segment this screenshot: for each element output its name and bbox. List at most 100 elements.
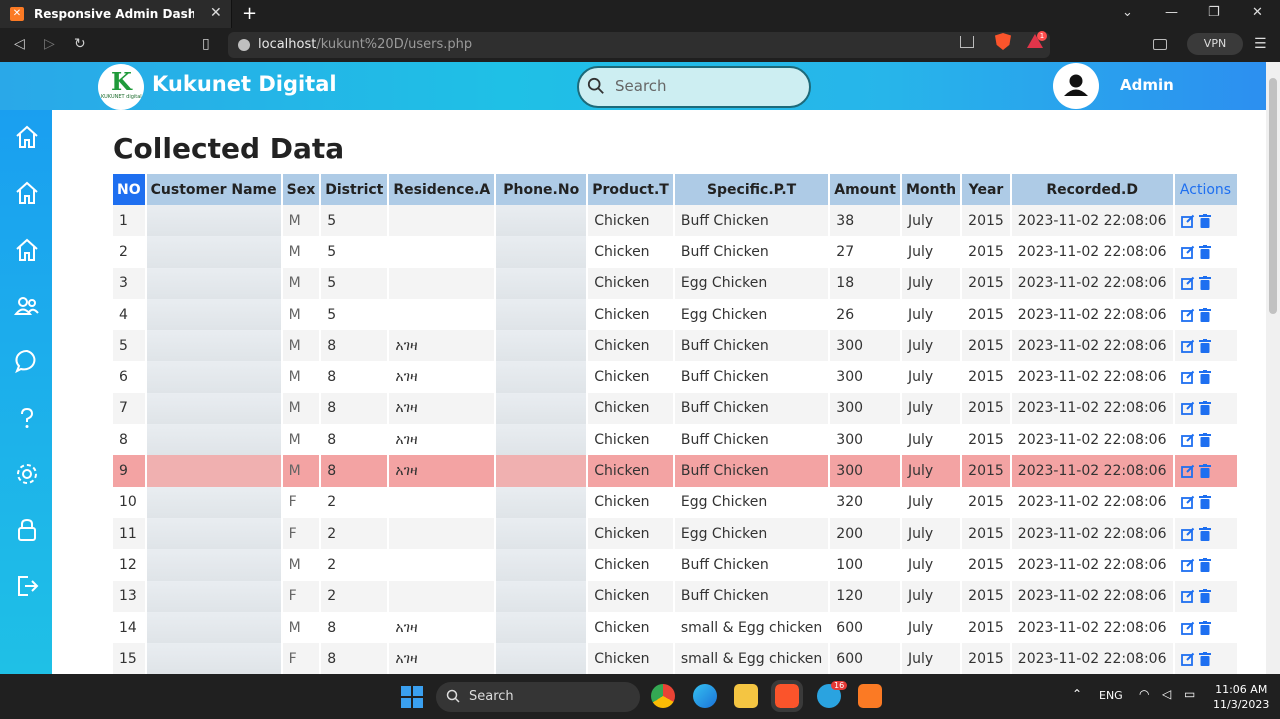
table-row[interactable]: 5 M 8 አገዛ Chicken Buff Chicken 300 July 2015 2023… [113,330,1239,362]
taskbar-clock[interactable]: 11:06 AM 11/3/2023 [1213,682,1269,712]
page-scrollbar[interactable] [1266,62,1280,674]
edit-icon[interactable] [1180,495,1195,510]
new-tab-button[interactable]: + [242,3,257,24]
table-row[interactable]: 10 F 2 Chicken Egg Chicken 320 July 2015 2023-11… [113,486,1239,518]
edit-icon[interactable] [1180,276,1195,291]
sidebar-item-settings[interactable] [14,461,40,487]
brand-logo[interactable]: K KUKUNET digital [98,64,144,110]
taskbar-search[interactable]: Search [436,682,640,712]
edge-icon[interactable] [693,684,717,708]
col-residence-cell [388,205,497,237]
edit-icon[interactable] [1180,339,1195,353]
table-row[interactable]: 3 M 5 Chicken Egg Chicken 18 July 2015 2023-11-0… [113,267,1239,299]
trash-icon[interactable] [1198,276,1211,291]
trash-icon[interactable] [1198,557,1211,572]
sidebar-item-password[interactable] [14,517,40,543]
col-year-cell: 2015 [961,580,1012,612]
sidebar-item-home[interactable] [14,124,40,150]
chrome-icon[interactable] [651,684,675,708]
table-row[interactable]: 8 M 8 አገዛ Chicken Buff Chicken 300 July 2015 2023… [113,424,1239,456]
edit-icon[interactable] [1180,214,1195,228]
table-row[interactable]: 14 M 8 አገዛ Chicken small & Egg chicken 600 July… [113,611,1239,644]
trash-icon[interactable] [1198,464,1211,479]
phone-cell-redacted [495,611,589,644]
table-row[interactable]: 12 M 2 Chicken Buff Chicken 100 July 2015 2023-1… [113,549,1239,581]
trash-icon[interactable] [1198,213,1211,228]
browser-tab[interactable]: ✕ Responsive Admin Dashboar ✕ [0,0,232,28]
site-info-icon[interactable] [238,39,250,51]
sidebar-item-sign-out[interactable] [14,573,40,599]
search-input[interactable] [615,77,795,95]
phone-cell-redacted [495,517,589,550]
col-month-cell: July [900,611,963,644]
back-button[interactable]: ◁ [14,36,25,52]
table-row[interactable]: 13 F 2 Chicken Buff Chicken 120 July 2015 2023-1… [113,580,1239,612]
trash-icon[interactable] [1198,401,1211,416]
tab-search-chevron-icon[interactable]: ⌄ [1122,5,1133,20]
avatar[interactable] [1053,63,1099,109]
vpn-button[interactable]: VPN [1187,33,1243,55]
collected-data-table: NO Customer Name Sex District Residence.A Pho… [113,174,1239,674]
share-icon[interactable] [960,36,974,48]
trash-icon[interactable] [1198,338,1211,353]
xampp-icon[interactable] [858,684,882,708]
url-field[interactable]: localhost/kukunt%20D/users.php [228,32,1050,58]
battery-icon[interactable]: ▭ [1184,687,1195,701]
col-no-header: NO [113,174,147,205]
tray-chevron-icon[interactable]: ⌃ [1072,687,1082,701]
edit-icon[interactable] [1180,308,1195,322]
bookmark-icon[interactable]: ▯ [202,36,210,52]
sidebar-item-help[interactable] [14,405,40,431]
file-explorer-icon[interactable] [734,684,758,708]
trash-icon[interactable] [1198,495,1211,510]
volume-icon[interactable]: ◁ [1162,687,1171,701]
edit-icon[interactable] [1180,558,1195,572]
col-product-cell: Chicken [587,580,675,612]
trash-icon[interactable] [1198,307,1211,322]
table-row[interactable]: 2 M 5 Chicken Buff Chicken 27 July 2015 2023-11-… [113,236,1239,268]
edit-icon[interactable] [1180,370,1195,385]
col-sex-cell: M [281,267,322,299]
minimize-button[interactable]: — [1165,5,1178,20]
table-row[interactable]: 11 F 2 Chicken Egg Chicken 200 July 2015 2023-11… [113,517,1239,550]
trash-icon[interactable] [1198,651,1211,666]
language-indicator[interactable]: ENG [1099,689,1123,702]
edit-icon[interactable] [1180,245,1195,259]
forward-button[interactable]: ▷ [44,36,55,52]
sidebar-item-users[interactable] [13,293,40,319]
trash-icon[interactable] [1198,432,1211,447]
url-path: /kukunt%20D/users.php [316,37,473,52]
sidebar-item-home-3[interactable] [14,237,40,263]
trash-icon[interactable] [1198,370,1211,385]
browser-menu-icon[interactable]: ☰ [1254,36,1267,52]
edit-icon[interactable] [1180,527,1195,541]
wifi-icon[interactable]: ◠ [1139,687,1149,701]
table-row[interactable]: 15 F 8 አገዛ Chicken small & Egg chicken 600 July… [113,643,1239,674]
edit-icon[interactable] [1180,464,1195,478]
edit-icon[interactable] [1180,621,1195,635]
maximize-button[interactable]: ❐ [1208,5,1220,20]
trash-icon[interactable] [1198,589,1211,604]
windows-start-icon[interactable] [401,686,423,708]
sidebar-item-home-2[interactable] [14,180,40,206]
close-window-button[interactable]: ✕ [1252,5,1263,20]
scrollbar-thumb[interactable] [1269,78,1277,314]
edit-icon[interactable] [1180,652,1195,666]
sidebar-item-messages[interactable] [14,348,40,374]
table-row[interactable]: 4 M 5 Chicken Egg Chicken 26 July 2015 2023-11-0… [113,298,1239,331]
tab-close-icon[interactable]: ✕ [210,5,222,21]
wallet-icon[interactable] [1153,39,1167,50]
col-district-cell: 2 [320,549,390,581]
brave-icon[interactable] [771,680,803,712]
table-row[interactable]: 9 M 8 አገዛ Chicken Buff Chicken 300 July 2015 2023… [113,455,1239,487]
edit-icon[interactable] [1180,401,1195,416]
table-row[interactable]: 6 M 8 አገዛ Chicken Buff Chicken 300 July 2015 2023… [113,361,1239,393]
trash-icon[interactable] [1198,526,1211,541]
edit-icon[interactable] [1180,433,1195,447]
trash-icon[interactable] [1198,244,1211,259]
table-row[interactable]: 1 M 5 Chicken Buff Chicken 38 July 2015 2023-11-… [113,205,1239,237]
reload-button[interactable]: ↻ [74,36,86,52]
trash-icon[interactable] [1198,620,1211,635]
table-row[interactable]: 7 M 8 አገዛ Chicken Buff Chicken 300 July 2015 2023… [113,392,1239,425]
edit-icon[interactable] [1180,589,1195,604]
